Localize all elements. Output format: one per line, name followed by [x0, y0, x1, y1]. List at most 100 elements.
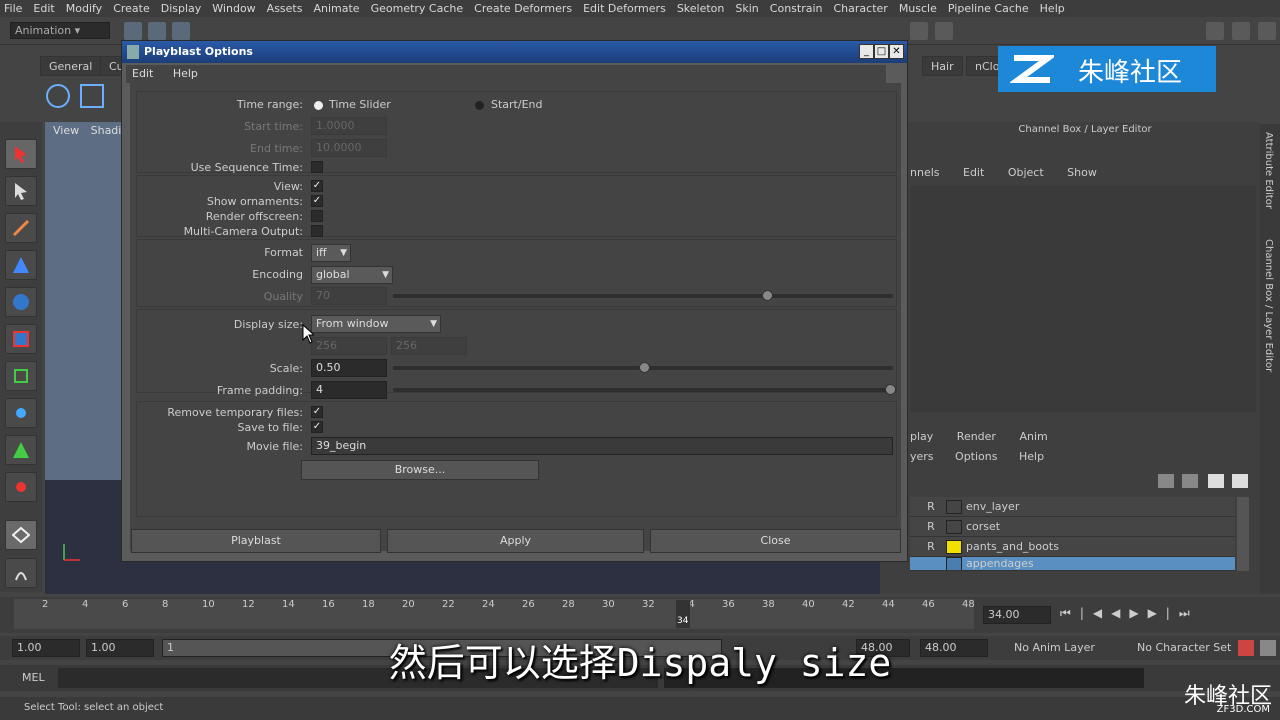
layer-render-flag[interactable]: R — [916, 500, 946, 513]
layer-row-selected[interactable]: appendages — [910, 557, 1235, 571]
select-tool-icon[interactable] — [5, 139, 37, 169]
display-size-dropdown[interactable]: From window ▼ — [311, 315, 441, 333]
tab-render[interactable]: Render — [957, 430, 996, 443]
browse-button[interactable]: Browse... — [301, 460, 539, 480]
menu-skin[interactable]: Skin — [735, 2, 758, 15]
time-slider[interactable]: 2468101214161820222426283032343638404244… — [14, 599, 975, 629]
show-manip-icon[interactable] — [5, 435, 37, 465]
viewport-menu-view[interactable]: View — [53, 124, 79, 137]
current-time-field[interactable]: 34.00 — [983, 606, 1051, 624]
frame-padding-input[interactable]: 4 — [311, 381, 387, 399]
menu-display[interactable]: Display — [161, 2, 202, 15]
menu-pipeline-cache[interactable]: Pipeline Cache — [948, 2, 1029, 15]
multi-camera-checkbox[interactable] — [311, 225, 323, 237]
scale-input[interactable]: 0.50 — [311, 359, 387, 377]
radio-start-end[interactable] — [475, 101, 484, 110]
height-input[interactable]: 256 — [391, 337, 467, 355]
channel-box-menu-show[interactable]: Show — [1067, 166, 1097, 179]
layout-icon[interactable] — [5, 520, 37, 550]
dialog-menu-help[interactable]: Help — [173, 67, 198, 80]
scale-tool-icon[interactable] — [5, 324, 37, 354]
layer-render-flag[interactable]: R — [916, 540, 946, 553]
minimize-icon[interactable]: _ — [859, 44, 874, 59]
shelf-tab-general[interactable]: General — [40, 56, 102, 76]
menu-assets[interactable]: Assets — [267, 2, 303, 15]
quality-slider[interactable] — [393, 294, 893, 298]
menu-constrain[interactable]: Constrain — [770, 2, 823, 15]
nurbs-square-icon[interactable] — [80, 84, 104, 108]
toggle-panel-icon[interactable] — [1206, 22, 1224, 40]
view-checkbox[interactable]: ✓ — [311, 180, 323, 192]
close-button[interactable]: Close — [650, 529, 901, 553]
paint-select-icon[interactable] — [5, 213, 37, 243]
menu-create[interactable]: Create — [113, 2, 150, 15]
menu-skeleton[interactable]: Skeleton — [677, 2, 725, 15]
tab-anim[interactable]: Anim — [1019, 430, 1047, 443]
move-tool-icon[interactable] — [5, 250, 37, 280]
mode-selector[interactable]: Animation ▾ — [10, 22, 110, 39]
menu-edit[interactable]: Edit — [33, 2, 54, 15]
go-start-icon[interactable]: ⏮ — [1060, 606, 1080, 620]
ipr-icon[interactable] — [935, 22, 953, 40]
last-tool-icon[interactable] — [5, 472, 37, 502]
new-layer-icon[interactable] — [1158, 474, 1174, 488]
layer-move-down-icon[interactable] — [1232, 474, 1248, 488]
layer-color-swatch[interactable] — [946, 557, 962, 570]
frame-padding-slider[interactable] — [393, 388, 893, 392]
start-time-input[interactable]: 1.0000 — [311, 117, 387, 135]
render-icon[interactable] — [910, 22, 928, 40]
format-dropdown[interactable]: iff ▼ — [311, 244, 351, 262]
menu-muscle[interactable]: Muscle — [899, 2, 937, 15]
shelf-tab-hair[interactable]: Hair — [922, 56, 963, 76]
menu-help[interactable]: Help — [1040, 2, 1065, 15]
layer-row[interactable]: Rcorset — [910, 517, 1235, 537]
step-fwd-icon[interactable]: ▶| — [1148, 606, 1179, 620]
channel-box-menu-channels[interactable]: nnels — [910, 166, 940, 179]
outliner-icon[interactable] — [5, 558, 37, 588]
soft-mod-icon[interactable] — [5, 398, 37, 428]
menu-file[interactable]: File — [4, 2, 22, 15]
viewport-menu-shading[interactable]: Shadi — [91, 124, 122, 137]
step-back-key-icon[interactable]: |◀ — [1080, 606, 1111, 620]
render-offscreen-checkbox[interactable] — [311, 210, 323, 222]
layer-color-swatch[interactable] — [946, 539, 962, 554]
quality-input[interactable]: 70 — [311, 287, 387, 305]
layer-scrollbar[interactable] — [1237, 497, 1249, 571]
maximize-icon[interactable]: □ — [874, 44, 889, 59]
menu-edit-deformers[interactable]: Edit Deformers — [583, 2, 666, 15]
layer-menu-layers[interactable]: yers — [910, 450, 934, 463]
toggle-tool-icon[interactable] — [1232, 22, 1250, 40]
current-time-marker[interactable]: 34 — [676, 600, 690, 628]
radio-time-slider[interactable] — [314, 101, 323, 110]
menu-animate[interactable]: Animate — [313, 2, 359, 15]
layer-color-swatch[interactable] — [946, 519, 962, 534]
nurbs-circle-icon[interactable] — [46, 84, 70, 108]
dialog-menu-edit[interactable]: Edit — [132, 67, 153, 80]
new-layer-selected-icon[interactable] — [1182, 474, 1198, 488]
menu-character[interactable]: Character — [834, 2, 888, 15]
save-scene-icon[interactable] — [172, 22, 190, 40]
open-scene-icon[interactable] — [148, 22, 166, 40]
menu-create-deformers[interactable]: Create Deformers — [474, 2, 572, 15]
channel-box-menu-edit[interactable]: Edit — [963, 166, 984, 179]
channel-box-menu-object[interactable]: Object — [1008, 166, 1044, 179]
end-time-input[interactable]: 10.0000 — [311, 139, 387, 157]
tab-display[interactable]: play — [910, 430, 933, 443]
scale-slider-knob[interactable] — [639, 362, 650, 373]
apply-button[interactable]: Apply — [387, 529, 644, 553]
dialog-titlebar[interactable]: Playblast Options — [122, 41, 907, 63]
attribute-editor-tab[interactable]: Attribute Editor — [1263, 132, 1274, 209]
lasso-tool-icon[interactable] — [5, 176, 37, 206]
rotate-tool-icon[interactable] — [5, 287, 37, 317]
menu-geometry-cache[interactable]: Geometry Cache — [371, 2, 464, 15]
layer-render-flag[interactable]: R — [916, 520, 946, 533]
width-input[interactable]: 256 — [311, 337, 387, 355]
layer-move-up-icon[interactable] — [1208, 474, 1224, 488]
playblast-button[interactable]: Playblast — [131, 529, 381, 553]
menu-window[interactable]: Window — [212, 2, 255, 15]
encoding-dropdown[interactable]: global ▼ — [311, 266, 393, 284]
save-to-file-checkbox[interactable]: ✓ — [311, 421, 323, 433]
channel-box-tab[interactable]: Channel Box / Layer Editor — [1263, 239, 1274, 372]
layer-row[interactable]: Renv_layer — [910, 497, 1235, 517]
layer-color-swatch[interactable] — [946, 499, 962, 514]
